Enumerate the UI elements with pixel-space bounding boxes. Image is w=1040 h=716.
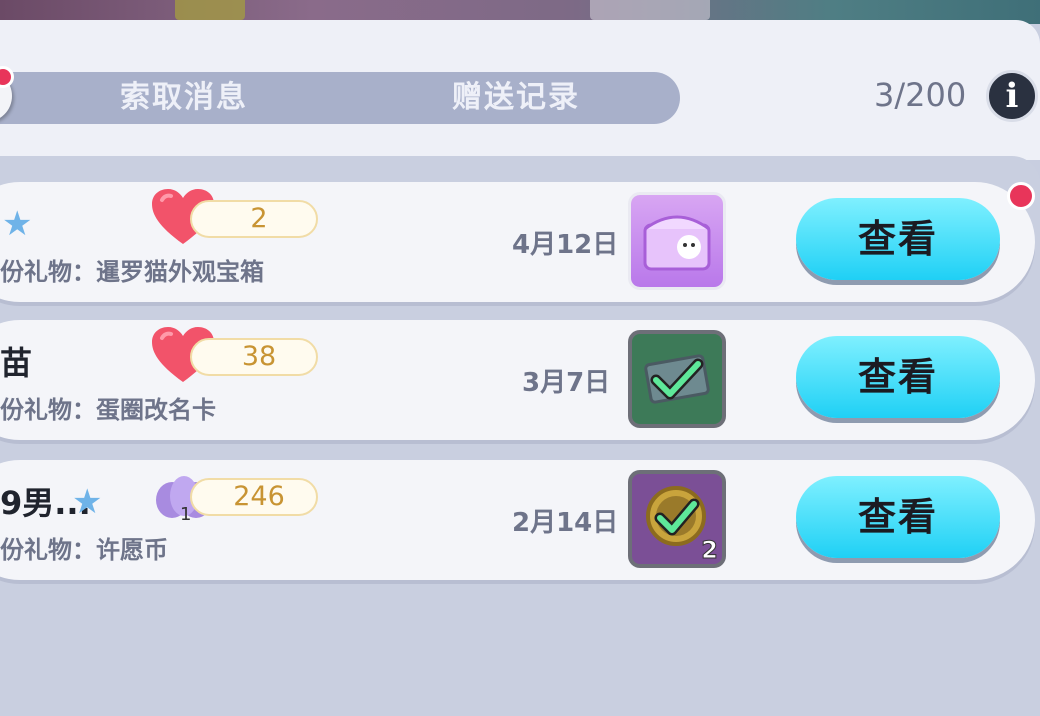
star-icon: ★ — [2, 204, 33, 244]
wish-coin-icon[interactable]: 2 — [628, 470, 726, 568]
info-icon[interactable]: i — [986, 70, 1038, 122]
gift-amount: 2 — [250, 203, 268, 234]
gift-description: 份礼物：许愿币 — [0, 536, 168, 564]
scene-decoration — [590, 0, 710, 20]
list-item: ★ 2 份礼物：暹罗猫外观宝箱 4月12日 查看 — [0, 182, 1035, 302]
rename-card-icon-graphic — [644, 354, 710, 404]
scene-decoration — [175, 0, 245, 20]
gift-amount: 38 — [241, 341, 277, 372]
list-item: 9男... ★ 1 246 份礼物：许愿币 2月14日 2 查看 — [0, 460, 1035, 580]
treasure-chest-icon-graphic — [643, 215, 711, 271]
tab-bar: 索取消息 赠送记录 — [0, 72, 680, 124]
gift-date: 2月14日 — [512, 508, 619, 538]
view-button[interactable]: 查看 — [796, 476, 1000, 558]
treasure-chest-icon[interactable] — [628, 192, 726, 290]
tab-request-messages[interactable]: 索取消息 — [120, 72, 248, 124]
gift-description: 份礼物：暹罗猫外观宝箱 — [0, 258, 264, 286]
gift-date: 4月12日 — [512, 230, 619, 260]
gift-date: 3月7日 — [522, 368, 611, 398]
new-badge-dot — [1007, 182, 1035, 210]
rename-card-icon[interactable] — [628, 330, 726, 428]
star-icon: ★ — [72, 482, 103, 522]
view-button[interactable]: 查看 — [796, 336, 1000, 418]
tab-gift-history[interactable]: 赠送记录 — [452, 72, 580, 124]
record-counter: 3/200 — [874, 76, 967, 114]
gift-description: 份礼物：蛋圈改名卡 — [0, 396, 216, 424]
view-button[interactable]: 查看 — [796, 198, 1000, 280]
item-count: 2 — [701, 536, 719, 565]
player-name: 苗 — [0, 344, 33, 382]
list-item: 苗 38 份礼物：蛋圈改名卡 3月7日 查看 — [0, 320, 1035, 440]
gift-amount: 246 — [233, 481, 285, 512]
